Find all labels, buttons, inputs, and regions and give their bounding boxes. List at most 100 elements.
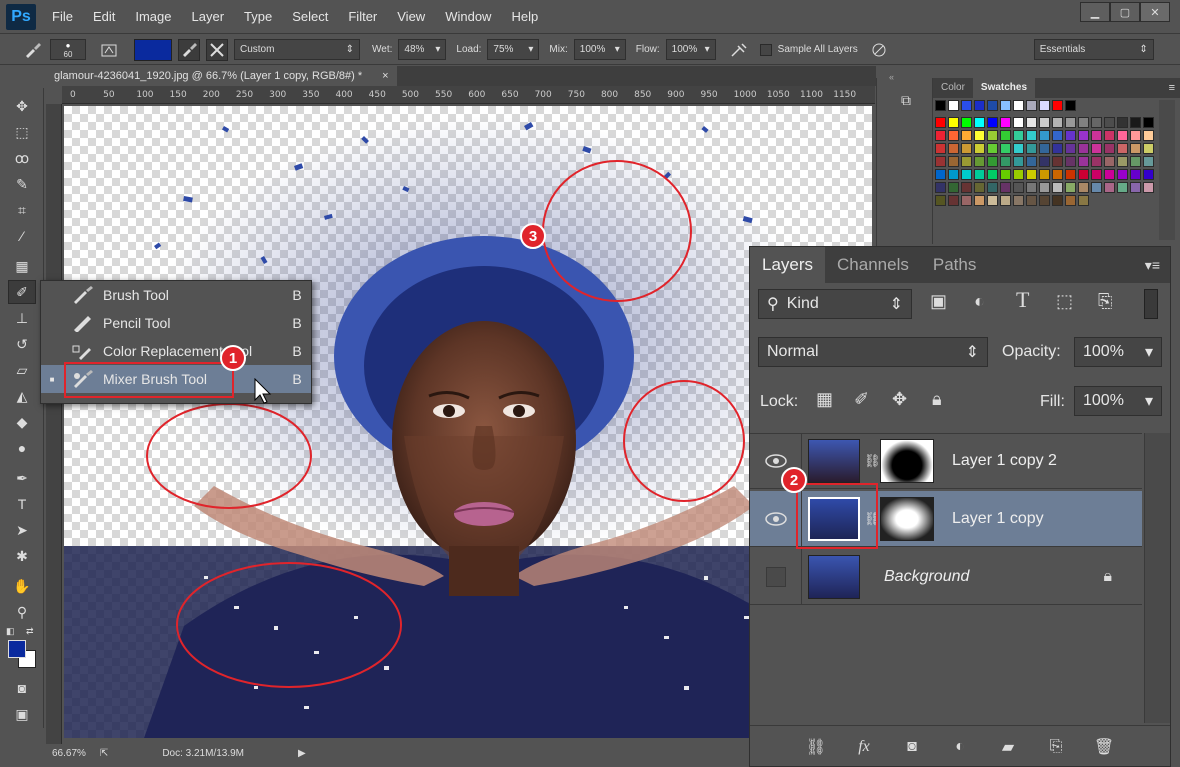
spot-healing-tool-icon[interactable]: ▦ — [8, 254, 36, 278]
clone-stamp-tool-icon[interactable]: ⊥ — [8, 306, 36, 330]
color-swatch[interactable] — [1000, 100, 1011, 111]
color-swatch[interactable] — [1104, 117, 1115, 128]
color-swatch[interactable] — [974, 143, 985, 154]
zoom-level[interactable]: 66.67% — [52, 748, 86, 759]
pen-tool-icon[interactable]: ✒ — [8, 466, 36, 490]
color-swatch[interactable] — [1026, 143, 1037, 154]
dodge-tool-icon[interactable]: ● — [8, 436, 36, 460]
color-swatch[interactable] — [1000, 182, 1011, 193]
color-swatch[interactable] — [935, 195, 946, 206]
adjustment-layer-icon[interactable]: ◐ — [947, 734, 973, 760]
color-swatch[interactable] — [1052, 117, 1063, 128]
color-swatch[interactable] — [1104, 156, 1115, 167]
color-swatch[interactable] — [1026, 169, 1037, 180]
layer-row-layer-1-copy-2[interactable]: ⛓ Layer 1 copy 2 — [750, 433, 1142, 489]
layers-scrollbar[interactable] — [1144, 433, 1170, 723]
color-swatch[interactable] — [1078, 156, 1089, 167]
close-tab-icon[interactable]: × — [382, 66, 388, 86]
status-menu-arrow-icon[interactable]: ▶ — [298, 748, 306, 759]
filter-smart-objects-icon[interactable]: ⎘ — [1098, 291, 1124, 317]
lock-image-pixels-icon[interactable]: ✐ — [854, 389, 876, 411]
color-swatch[interactable] — [1143, 182, 1154, 193]
color-swatch[interactable] — [974, 130, 985, 141]
lasso-tool-icon[interactable]: ꝏ — [8, 146, 36, 170]
color-swatch[interactable] — [1013, 182, 1024, 193]
screen-mode-icon[interactable]: ▣ — [8, 702, 36, 726]
color-swatch[interactable] — [948, 182, 959, 193]
swatch-scrollbar[interactable] — [1159, 100, 1175, 240]
color-swatch[interactable] — [1065, 169, 1076, 180]
color-swatch[interactable] — [1013, 100, 1024, 111]
color-swatch[interactable] — [1091, 156, 1102, 167]
color-swatch[interactable] — [948, 100, 959, 111]
color-swatch[interactable] — [1026, 182, 1037, 193]
flyout-item-pencil-tool[interactable]: Pencil Tool B — [41, 309, 311, 337]
color-swatch[interactable] — [1013, 117, 1024, 128]
color-swatch[interactable] — [1130, 182, 1141, 193]
color-swatch[interactable] — [1091, 182, 1102, 193]
flyout-item-brush-tool[interactable]: Brush Tool B — [41, 281, 311, 309]
color-swatch[interactable] — [1052, 156, 1063, 167]
tab-paths[interactable]: Paths — [921, 247, 988, 283]
color-swatch[interactable] — [1039, 169, 1050, 180]
color-swatch[interactable] — [987, 156, 998, 167]
color-swatch[interactable] — [961, 143, 972, 154]
color-swatch[interactable] — [1078, 182, 1089, 193]
color-swatch[interactable] — [961, 100, 972, 111]
color-swatch[interactable] — [987, 143, 998, 154]
eyedropper-tool-icon[interactable]: ⁄ — [8, 224, 36, 248]
color-swatch[interactable] — [1026, 130, 1037, 141]
color-swatch[interactable] — [1052, 130, 1063, 141]
panel-menu-icon[interactable]: ▾≡ — [1145, 247, 1170, 283]
color-swatch[interactable] — [1091, 130, 1102, 141]
workspace-dropdown[interactable]: Essentials ⇕ — [1033, 39, 1154, 60]
color-swatch[interactable] — [987, 130, 998, 141]
color-swatch[interactable] — [935, 182, 946, 193]
sample-all-layers-checkbox[interactable] — [759, 43, 772, 56]
color-swatch[interactable] — [1078, 143, 1089, 154]
eraser-tool-icon[interactable]: ▱ — [8, 358, 36, 382]
color-swatch[interactable] — [1130, 130, 1141, 141]
color-swatch[interactable] — [1130, 156, 1141, 167]
color-swatch[interactable] — [935, 143, 946, 154]
path-selection-tool-icon[interactable]: ➤ — [8, 518, 36, 542]
filter-type-layers-icon[interactable]: T — [1016, 287, 1042, 313]
marquee-tool-icon[interactable]: ⬚ — [8, 120, 36, 144]
color-swatch[interactable] — [1013, 130, 1024, 141]
mask-link-icon[interactable]: ⛓ — [864, 453, 881, 469]
color-swatch[interactable] — [1052, 169, 1063, 180]
color-swatch[interactable] — [948, 169, 959, 180]
menu-select[interactable]: Select — [282, 0, 338, 34]
color-swatch[interactable] — [1013, 169, 1024, 180]
color-swatch[interactable] — [1143, 130, 1154, 141]
color-swatch[interactable] — [1013, 156, 1024, 167]
color-swatch[interactable] — [974, 195, 985, 206]
type-tool-icon[interactable]: T — [8, 492, 36, 516]
color-swatch[interactable] — [1078, 130, 1089, 141]
quick-selection-tool-icon[interactable]: ✎ — [8, 172, 36, 196]
pressure-size-icon[interactable] — [868, 39, 890, 61]
layer-style-fx-icon[interactable]: fx — [851, 734, 877, 760]
color-swatch[interactable] — [961, 169, 972, 180]
color-swatch[interactable] — [1000, 156, 1011, 167]
color-swatch[interactable] — [1052, 143, 1063, 154]
color-swatch[interactable] — [1000, 195, 1011, 206]
color-swatch[interactable] — [1039, 143, 1050, 154]
color-swatch[interactable] — [974, 117, 985, 128]
brush-presets-icon[interactable]: ⧉ — [901, 92, 925, 114]
color-swatch[interactable] — [961, 156, 972, 167]
filter-shape-layers-icon[interactable]: ⬚ — [1056, 291, 1082, 317]
color-swatch[interactable] — [948, 195, 959, 206]
color-swatch[interactable] — [1117, 130, 1128, 141]
opacity-field[interactable]: 100% ▾ — [1074, 337, 1162, 367]
menu-edit[interactable]: Edit — [83, 0, 125, 34]
color-swatch[interactable] — [1039, 182, 1050, 193]
menu-view[interactable]: View — [387, 0, 435, 34]
flyout-item-color-replacement-tool[interactable]: Color Replacement Tool B — [41, 337, 311, 365]
color-swatch[interactable] — [948, 143, 959, 154]
add-mask-icon[interactable]: ◙ — [899, 734, 925, 760]
brush-size-picker[interactable]: ● 60 — [50, 39, 86, 60]
filter-pixel-layers-icon[interactable]: ▣ — [930, 291, 956, 317]
color-swatch[interactable] — [1000, 169, 1011, 180]
brush-tool-icon[interactable]: ✐ — [8, 280, 36, 304]
